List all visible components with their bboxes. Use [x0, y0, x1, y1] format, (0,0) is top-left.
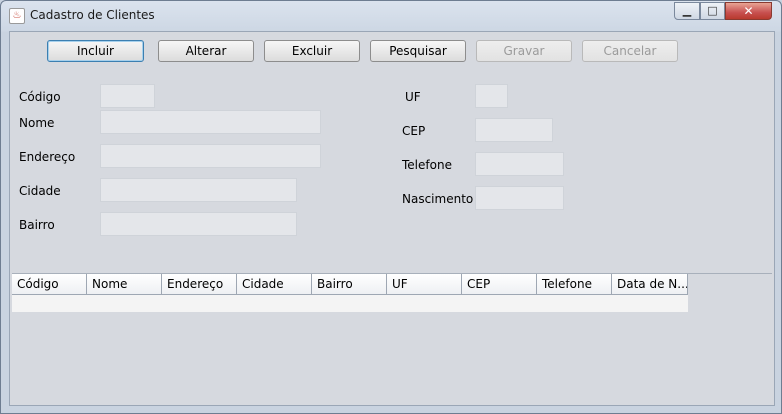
close-icon: ✕: [743, 4, 754, 18]
cidade-label: Cidade: [19, 184, 61, 198]
close-button[interactable]: ✕: [725, 2, 772, 20]
cep-label: CEP: [402, 124, 426, 138]
column-header-nome[interactable]: Nome: [87, 274, 162, 295]
codigo-label: Código: [19, 90, 61, 104]
alterar-button[interactable]: Alterar: [158, 40, 254, 62]
column-header-uf[interactable]: UF: [387, 274, 462, 295]
minimize-icon: ▁: [682, 4, 692, 17]
minimize-button[interactable]: ▁: [674, 2, 700, 20]
cidade-field[interactable]: [100, 178, 297, 202]
bairro-field[interactable]: [100, 212, 297, 236]
codigo-field[interactable]: [100, 84, 155, 108]
nascimento-field[interactable]: [475, 186, 564, 210]
column-header-codigo[interactable]: Código: [12, 274, 87, 295]
endereco-field[interactable]: [100, 144, 321, 168]
nome-label: Nome: [19, 116, 55, 130]
pesquisar-button[interactable]: Pesquisar: [370, 40, 466, 62]
main-panel: Incluir Alterar Excluir Pesquisar Gravar…: [9, 31, 775, 406]
column-header-bairro[interactable]: Bairro: [312, 274, 387, 295]
clients-table[interactable]: Código Nome Endereço Cidade Bairro UF CE…: [12, 273, 772, 404]
column-header-cidade[interactable]: Cidade: [237, 274, 312, 295]
application-window: ♨ Cadastro de Clientes ▁ □ ✕ Incluir Alt…: [0, 0, 782, 414]
nome-field[interactable]: [100, 110, 321, 134]
bairro-label: Bairro: [19, 218, 55, 232]
uf-field[interactable]: [475, 84, 508, 108]
column-header-telefone[interactable]: Telefone: [537, 274, 612, 295]
uf-label: UF: [405, 90, 421, 104]
column-header-cep[interactable]: CEP: [462, 274, 537, 295]
telefone-label: Telefone: [402, 158, 452, 172]
title-bar[interactable]: ♨ Cadastro de Clientes ▁ □ ✕: [1, 1, 781, 31]
table-row[interactable]: [12, 295, 688, 312]
gravar-button[interactable]: Gravar: [476, 40, 572, 62]
cancelar-button[interactable]: Cancelar: [582, 40, 678, 62]
excluir-button[interactable]: Excluir: [264, 40, 360, 62]
cep-field[interactable]: [475, 118, 553, 142]
window-title: Cadastro de Clientes: [30, 8, 155, 22]
endereco-label: Endereço: [19, 150, 76, 164]
telefone-field[interactable]: [475, 152, 564, 176]
table-header: Código Nome Endereço Cidade Bairro UF CE…: [12, 274, 688, 295]
maximize-button[interactable]: □: [700, 2, 725, 20]
java-coffee-icon[interactable]: ♨: [9, 8, 25, 24]
incluir-button[interactable]: Incluir: [47, 40, 144, 62]
column-header-data-nascimento[interactable]: Data de N...: [612, 274, 688, 295]
maximize-icon: □: [707, 4, 718, 17]
nascimento-label: Nascimento: [402, 192, 474, 206]
column-header-endereco[interactable]: Endereço: [162, 274, 237, 295]
